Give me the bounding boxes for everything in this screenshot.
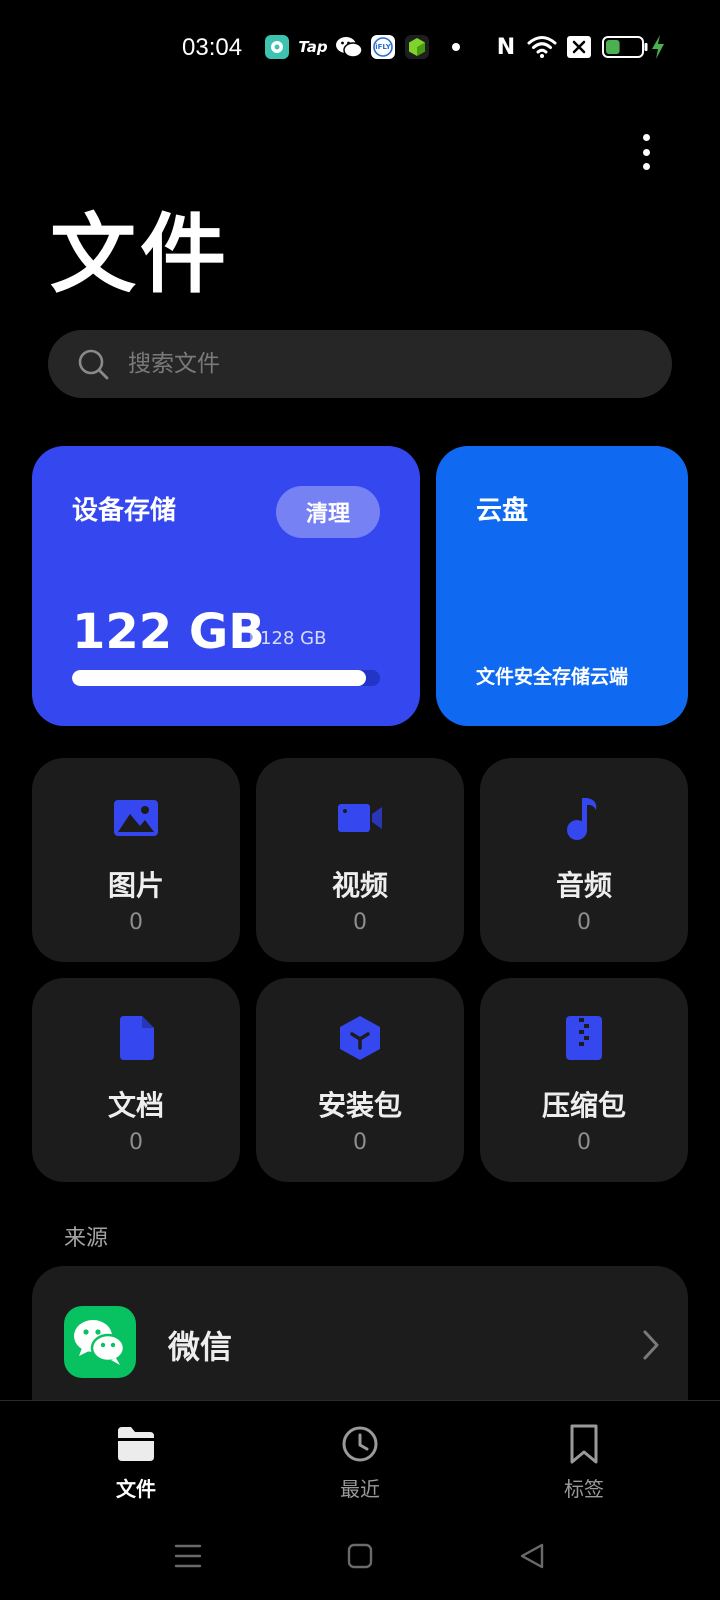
category-label: 压缩包 <box>541 1089 626 1122</box>
recent-apps-menu-icon[interactable] <box>172 1540 204 1572</box>
more-options-button[interactable] <box>632 132 660 172</box>
nav-label: 最近 <box>340 1477 380 1501</box>
nav-label: 标签 <box>564 1477 604 1501</box>
category-count: 0 <box>353 1130 367 1155</box>
back-button-icon[interactable] <box>516 1540 548 1572</box>
image-icon <box>114 800 158 836</box>
battery-icon <box>602 34 648 60</box>
storage-total-text: 128 GB <box>260 628 327 649</box>
category-install-packages[interactable]: 安装包 0 <box>256 978 464 1182</box>
storage-total-value: | 128 GB <box>248 628 326 649</box>
nav-tab-recent[interactable]: 最近 <box>300 1423 420 1513</box>
nfc-icon: N <box>496 34 516 60</box>
category-label: 音频 <box>555 869 612 902</box>
clean-button[interactable]: 清理 <box>276 486 380 538</box>
home-button-icon[interactable] <box>344 1540 376 1572</box>
file-manager-screen: 03:04 Tap iFLY N 文件 搜索文件 设备存储 清理 122 GB … <box>0 0 720 1600</box>
folder-icon <box>118 1427 154 1461</box>
category-count: 0 <box>353 910 367 935</box>
storage-progress-bar <box>72 670 380 686</box>
category-label: 安装包 <box>317 1089 402 1122</box>
device-storage-title: 设备存储 <box>72 496 177 526</box>
category-label: 文档 <box>107 1089 164 1122</box>
bookmark-icon <box>570 1424 598 1464</box>
package-icon <box>340 1016 380 1060</box>
cube-app-notification-icon <box>404 34 430 60</box>
chat-app-notification-icon <box>264 34 290 60</box>
cloud-drive-subtitle: 文件安全存储云端 <box>476 666 629 688</box>
nav-tab-files[interactable]: 文件 <box>76 1423 196 1513</box>
wechat-notification-icon <box>334 34 364 60</box>
clock-icon <box>342 1426 378 1462</box>
wechat-icon <box>64 1306 136 1378</box>
no-sim-icon <box>566 34 592 60</box>
more-vertical-icon-dot <box>642 134 650 141</box>
category-audio[interactable]: 音频 0 <box>480 758 688 962</box>
storage-used-value: 122 GB <box>72 604 265 660</box>
more-vertical-icon-dot <box>642 148 650 156</box>
ifly-notification-icon: iFLY <box>370 34 396 60</box>
category-count: 0 <box>129 910 143 935</box>
chevron-right-icon <box>643 1330 659 1360</box>
category-images[interactable]: 图片 0 <box>32 758 240 962</box>
cloud-drive-title: 云盘 <box>476 496 529 526</box>
more-notifications-dot-icon <box>450 34 462 60</box>
category-count: 0 <box>577 910 591 935</box>
category-documents[interactable]: 文档 0 <box>32 978 240 1182</box>
search-icon <box>78 349 109 380</box>
zip-icon <box>566 1016 602 1060</box>
category-count: 0 <box>129 1130 143 1155</box>
category-archives[interactable]: 压缩包 0 <box>480 978 688 1182</box>
nav-label: 文件 <box>116 1477 156 1501</box>
status-time: 03:04 <box>182 34 243 61</box>
device-storage-card[interactable]: 设备存储 清理 122 GB | 128 GB <box>32 446 420 726</box>
storage-progress-fill <box>72 670 366 686</box>
search-bar[interactable] <box>48 330 672 398</box>
category-videos[interactable]: 视频 0 <box>256 758 464 962</box>
source-item-wechat[interactable]: 微信 <box>32 1266 688 1406</box>
nav-tab-tags[interactable]: 标签 <box>524 1423 644 1513</box>
more-vertical-icon-dot <box>642 163 650 170</box>
search-input[interactable] <box>128 351 608 377</box>
music-note-icon <box>567 798 597 840</box>
category-count: 0 <box>577 1130 591 1155</box>
storage-separator: | <box>248 628 255 649</box>
charging-bolt-icon <box>650 34 666 60</box>
category-label: 图片 <box>107 869 164 902</box>
source-label: 微信 <box>168 1328 233 1366</box>
sources-section-header: 来源 <box>64 1226 109 1251</box>
tap-app-notification-icon: Tap <box>298 38 328 56</box>
battery-level-fill <box>606 40 620 54</box>
ifly-label: iFLY <box>375 43 391 51</box>
page-title: 文件 <box>50 205 230 305</box>
wifi-icon <box>526 34 558 60</box>
document-icon <box>120 1016 154 1060</box>
status-bar: 03:04 Tap iFLY N <box>0 30 720 66</box>
video-icon <box>338 804 382 832</box>
category-label: 视频 <box>331 869 388 902</box>
cloud-drive-card[interactable]: 云盘 文件安全存储云端 <box>436 446 688 726</box>
